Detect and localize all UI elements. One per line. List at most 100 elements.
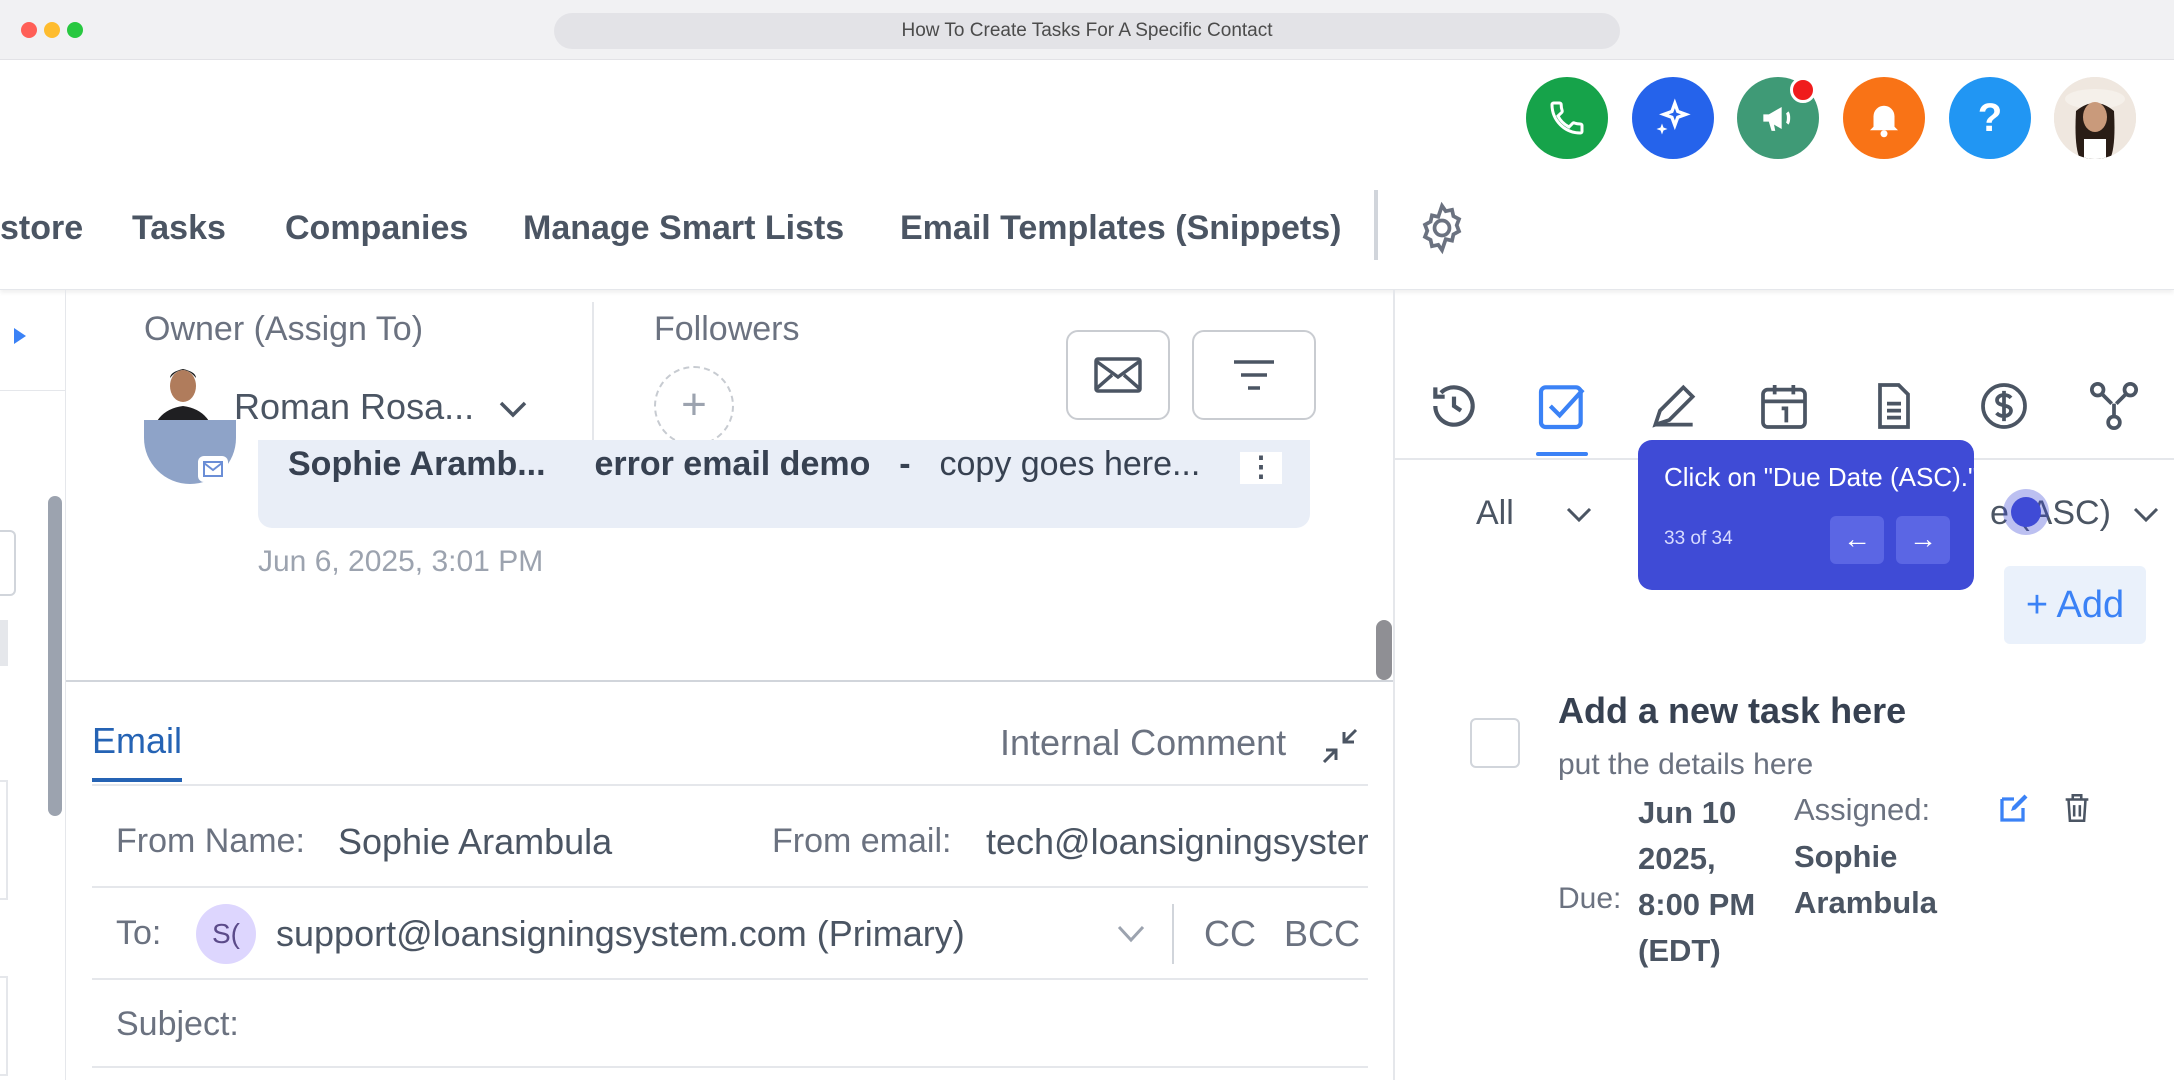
owner-name: Roman Rosa... xyxy=(234,386,475,427)
bell-icon xyxy=(1870,105,1898,138)
message-body-preview: copy goes here... xyxy=(939,445,1201,483)
pen-icon[interactable] xyxy=(1646,378,1702,434)
task-due-label: Due: xyxy=(1558,882,1622,915)
conversation-scrollbar[interactable] xyxy=(1376,620,1392,680)
tour-step-counter: 33 of 34 xyxy=(1664,528,1733,549)
email-filter-button[interactable] xyxy=(1066,330,1170,420)
from-email-clip: tech@loansigningsyster xyxy=(986,821,1368,863)
sort-chevron-down-icon xyxy=(2134,507,2159,523)
top-nav: store Tasks Companies Manage Smart Lists… xyxy=(0,190,2174,290)
notification-badge xyxy=(1790,77,1816,103)
tour-beacon[interactable] xyxy=(2011,497,2041,527)
sidebar-divider xyxy=(0,390,66,391)
filter-button[interactable] xyxy=(1192,330,1316,420)
tab-email[interactable]: Email xyxy=(92,720,182,762)
sidebar-marker xyxy=(0,620,8,666)
sidebar-field[interactable] xyxy=(0,530,16,596)
to-value[interactable]: support@loansigningsystem.com (Primary) xyxy=(276,913,965,955)
subject-label: Subject: xyxy=(116,1005,239,1043)
notifications-button[interactable] xyxy=(1843,77,1925,159)
sparkle-icon xyxy=(1656,98,1691,135)
message-preview: Sophie Aramb... error email demo - copy … xyxy=(288,445,1200,484)
message-timestamp: Jun 6, 2025, 3:01 PM xyxy=(258,545,544,578)
document-icon[interactable] xyxy=(1866,378,1922,434)
help-icon: ? xyxy=(1977,95,2003,140)
nav-item-email-templates[interactable]: Email Templates (Snippets) xyxy=(900,190,1341,266)
active-tab-underline xyxy=(1536,452,1588,456)
from-name-label: From Name: xyxy=(116,822,305,860)
dollar-icon[interactable] xyxy=(1976,378,2032,434)
close-window-button[interactable] xyxy=(21,22,37,38)
bcc-button[interactable]: BCC xyxy=(1284,913,1360,955)
nav-separator xyxy=(1374,190,1378,260)
minimize-window-button[interactable] xyxy=(44,22,60,38)
message-separator: - xyxy=(899,445,911,483)
compose-row-divider xyxy=(92,978,1368,980)
subject-input[interactable] xyxy=(260,996,1360,1052)
sidebar-field-3 xyxy=(0,976,8,1076)
filter-chevron-down-icon xyxy=(1567,507,1592,523)
compose-row-divider xyxy=(92,784,1368,786)
help-button[interactable]: ? xyxy=(1949,77,2031,159)
to-label: To: xyxy=(116,914,162,952)
history-icon[interactable] xyxy=(1426,378,1482,434)
task-complete-checkbox[interactable] xyxy=(1470,718,1520,768)
task-assigned-value: Sophie Arambula xyxy=(1794,839,1937,920)
message-more-icon[interactable]: ⋮ xyxy=(1240,452,1282,484)
tour-next-button[interactable]: → xyxy=(1896,516,1950,564)
gear-icon[interactable] xyxy=(1414,200,1470,256)
calendar-icon[interactable] xyxy=(1756,378,1812,434)
delete-task-icon[interactable] xyxy=(2060,790,2094,826)
tour-prev-button[interactable]: ← xyxy=(1830,516,1884,564)
collapse-icon[interactable] xyxy=(1320,726,1360,766)
add-task-button[interactable]: + Add xyxy=(2004,566,2146,644)
user-avatar[interactable] xyxy=(2054,77,2136,159)
recipient-avatar: S( xyxy=(196,904,256,964)
megaphone-icon xyxy=(1763,107,1791,131)
header-separator xyxy=(592,302,594,448)
cc-separator xyxy=(1172,904,1174,964)
filter-lines-icon xyxy=(1234,360,1274,390)
left-scrollbar[interactable] xyxy=(48,496,62,816)
ai-assistant-button[interactable] xyxy=(1632,77,1714,159)
chevron-down-icon xyxy=(499,402,527,418)
followers-label: Followers xyxy=(654,310,800,348)
owner-select[interactable]: Roman Rosa... xyxy=(234,386,528,428)
window-title: How To Create Tasks For A Specific Conta… xyxy=(554,13,1620,49)
envelope-icon xyxy=(1094,357,1142,393)
expand-sidebar-icon[interactable] xyxy=(12,326,28,346)
task-title: Add a new task here xyxy=(1558,690,1907,731)
from-name-value[interactable]: Sophie Arambula xyxy=(338,821,612,863)
message-sender: Sophie Aramb... xyxy=(288,445,546,483)
maximize-window-button[interactable] xyxy=(67,22,83,38)
user-avatar-image xyxy=(2054,77,2136,159)
add-follower-button[interactable]: + xyxy=(654,366,734,446)
message-channel-icon xyxy=(198,456,228,482)
phone-button[interactable] xyxy=(1526,77,1608,159)
message-subject: error email demo xyxy=(594,445,871,483)
nav-item-smart-lists[interactable]: Manage Smart Lists xyxy=(523,190,844,266)
cc-button[interactable]: CC xyxy=(1204,913,1256,955)
nav-item-companies[interactable]: Companies xyxy=(285,190,468,266)
from-email-label: From email: xyxy=(772,822,952,860)
task-filter-value: All xyxy=(1476,494,1514,532)
task-filter-select[interactable]: All xyxy=(1476,494,1593,533)
recipient-chevron-down-icon[interactable] xyxy=(1116,924,1146,944)
tour-tooltip-text: Click on "Due Date (ASC)." xyxy=(1664,462,1978,492)
compose-divider xyxy=(66,680,1393,682)
task-assigned-label: Assigned: xyxy=(1794,792,1931,827)
tour-tooltip: Click on "Due Date (ASC)." 33 of 34 ← → xyxy=(1638,440,1978,590)
tab-internal-comment[interactable]: Internal Comment xyxy=(1000,722,1286,764)
nav-item-tasks[interactable]: Tasks xyxy=(132,190,226,266)
compose-row-divider xyxy=(92,1066,1368,1068)
edit-task-icon[interactable] xyxy=(1996,790,2032,826)
tab-email-underline xyxy=(92,778,182,782)
task-due-value: Jun 10 2025, 8:00 PM (EDT) xyxy=(1638,795,1756,968)
task-checkbox-icon[interactable] xyxy=(1534,378,1590,434)
task-details: put the details here xyxy=(1558,748,1814,781)
from-email-value[interactable]: tech@loansigningsyster xyxy=(986,821,1368,862)
workflow-icon[interactable] xyxy=(2086,378,2142,434)
window-titlebar: How To Create Tasks For A Specific Conta… xyxy=(0,0,2174,60)
sidebar-field-2 xyxy=(0,780,8,900)
nav-item-store[interactable]: store xyxy=(0,190,83,266)
